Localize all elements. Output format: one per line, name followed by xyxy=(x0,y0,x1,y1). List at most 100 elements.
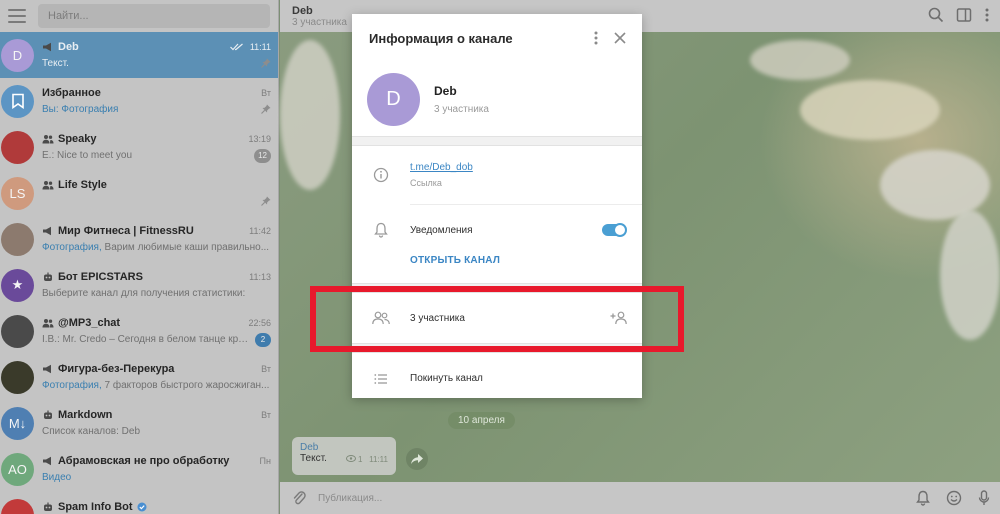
search-icon[interactable] xyxy=(928,7,944,23)
more-vertical-icon[interactable] xyxy=(594,31,598,45)
section-divider xyxy=(352,136,642,146)
chat-list-item[interactable]: Фигура-без-Перекура Вт Фотография, 7 факто… xyxy=(0,354,278,400)
group-icon xyxy=(42,318,54,327)
attach-icon[interactable] xyxy=(292,490,306,506)
verified-icon xyxy=(137,502,147,511)
share-button[interactable] xyxy=(406,448,428,470)
leave-channel-row[interactable]: Покинуть канал xyxy=(352,353,642,404)
bookmark-icon xyxy=(11,93,24,109)
chat-avatar: LS xyxy=(1,176,34,210)
read-checks-icon xyxy=(229,43,243,50)
chat-list-item[interactable]: LS Life Style xyxy=(0,170,278,216)
chat-time: Вт xyxy=(261,87,271,98)
bot-icon xyxy=(44,272,52,281)
chat-time: 13:19 xyxy=(248,133,271,144)
chat-list-item[interactable]: AO Абрамовская не про обработку Пн Видео xyxy=(0,446,278,492)
chat-title: Мир Фитнеса | FitnessRU xyxy=(42,225,243,237)
chat-time: Вт xyxy=(261,409,271,420)
info-icon xyxy=(370,164,392,186)
composer-actions xyxy=(916,490,990,506)
chat-list-item[interactable]: Мир Фитнеса | FitnessRU 11:42 Фотография, … xyxy=(0,216,278,262)
chat-preview: Список каналов: Deb xyxy=(42,426,271,437)
read-status xyxy=(229,40,244,54)
share-icon xyxy=(411,454,423,464)
chat-title: Deb xyxy=(42,41,230,53)
chat-preview-highlight: Вы: Фотография xyxy=(42,104,119,115)
close-icon[interactable] xyxy=(614,32,626,44)
composer-input[interactable]: Публикация... xyxy=(318,493,382,504)
chat-preview: Выберите канал для получения статистики: xyxy=(42,288,271,299)
chat-avatar: M↓ xyxy=(1,406,34,440)
chat-list-item[interactable]: Speaky 13:19 E.: Nice to meet you 12 xyxy=(0,124,278,170)
channel-name: Deb xyxy=(434,83,457,98)
chat-subtitle: 3 участника xyxy=(292,16,347,28)
chat-list-item[interactable]: Избранное Вт Вы: Фотография xyxy=(0,78,278,124)
chat-avatar-text: ★ xyxy=(11,277,24,292)
chat-avatar: AO xyxy=(1,452,34,486)
chat-title: Spam Info Bot xyxy=(42,501,271,513)
chat-preview-highlight: Фотография, xyxy=(42,380,105,391)
chat-list-item[interactable]: M↓ Markdown Вт Список каналов: Deb xyxy=(0,400,278,446)
chat-title: Фигура-без-Перекура xyxy=(42,363,255,375)
chat-avatar xyxy=(1,222,34,256)
message-views: 1 xyxy=(358,455,363,464)
pin-icon xyxy=(261,58,271,68)
chat-preview-text: E.: Nice to meet you xyxy=(42,150,133,161)
chat-title: Deb xyxy=(292,4,313,17)
message-bubble[interactable]: Deb Текст. 1 11:11 xyxy=(292,437,396,475)
chat-preview: Вы: Фотография xyxy=(42,104,255,115)
chat-list-item[interactable]: D Deb 11:11 Текст. xyxy=(0,32,278,78)
emoji-icon[interactable] xyxy=(946,490,962,506)
pinned-indicator xyxy=(255,195,271,209)
chat-title-text: Life Style xyxy=(58,178,107,191)
chat-title-text: Deb xyxy=(58,40,79,53)
search-placeholder: Найти... xyxy=(48,10,89,22)
open-channel-button[interactable]: ОТКРЫТЬ КАНАЛ xyxy=(352,255,500,266)
channel-icon xyxy=(43,42,51,51)
dialog-title: Информация о канале xyxy=(369,30,513,46)
dialog-header: Информация о канале xyxy=(352,14,642,62)
pinned-indicator xyxy=(255,57,271,71)
chat-avatar xyxy=(1,130,34,164)
microphone-icon[interactable] xyxy=(978,490,990,506)
toggle-knob xyxy=(613,223,627,237)
chat-time: 11:11 xyxy=(249,41,271,52)
chat-avatar-text: AO xyxy=(8,461,27,477)
channel-avatar[interactable]: D xyxy=(367,72,420,126)
chat-list-item[interactable]: ★ Бот EPICSTARS 11:13 Выберите канал для по… xyxy=(0,262,278,308)
chat-preview: Фотография, 7 факторов быстрого жаросжиг… xyxy=(42,380,271,391)
chat-title-text: @MP3_chat xyxy=(58,316,121,329)
chat-avatar xyxy=(1,84,34,118)
chat-title-text: Speaky xyxy=(58,132,97,145)
message-composer: Публикация... xyxy=(280,482,1000,514)
list-icon xyxy=(370,368,392,390)
message-author: Deb xyxy=(300,442,319,453)
chat-list-item[interactable]: Spam Info Bot xyxy=(0,492,278,514)
chat-preview-text: I.B.: Mr. Credo – Сегодня в белом танце … xyxy=(42,334,249,345)
annotation-highlight-box xyxy=(310,286,684,352)
search-input[interactable]: Найти... xyxy=(38,4,270,28)
chat-time: Вт xyxy=(261,363,271,374)
chat-list-item[interactable]: @MP3_chat 22:56 I.B.: Mr. Credo – Сегодня … xyxy=(0,308,278,354)
sidebar-toggle-icon[interactable] xyxy=(956,7,972,23)
bell-icon[interactable] xyxy=(916,490,930,506)
chat-time: 11:13 xyxy=(249,271,271,282)
chat-preview: Текст. xyxy=(42,58,255,69)
notifications-row[interactable]: Уведомления xyxy=(352,205,642,255)
chat-title: Life Style xyxy=(42,179,271,191)
channel-link-row[interactable]: t.me/Deb_dob Ссылка xyxy=(352,146,642,204)
menu-icon[interactable] xyxy=(8,9,26,23)
notifications-label: Уведомления xyxy=(410,224,473,236)
wallpaper-petal xyxy=(940,210,1000,340)
chat-avatar-text: M↓ xyxy=(8,415,27,431)
channel-profile: D Deb 3 участника xyxy=(352,62,642,136)
notifications-toggle[interactable] xyxy=(602,223,627,237)
chat-preview-text: 7 факторов быстрого жаросжиган... xyxy=(104,380,270,391)
more-vertical-icon[interactable] xyxy=(984,7,990,23)
channel-link[interactable]: t.me/Deb_dob xyxy=(410,162,473,173)
unread-badge: 12 xyxy=(254,148,271,163)
chat-preview: I.B.: Mr. Credo – Сегодня в белом танце … xyxy=(42,334,249,345)
eye-icon xyxy=(345,455,356,462)
wallpaper-petal xyxy=(280,40,340,190)
chat-preview-text: Список каналов: Deb xyxy=(42,426,141,437)
